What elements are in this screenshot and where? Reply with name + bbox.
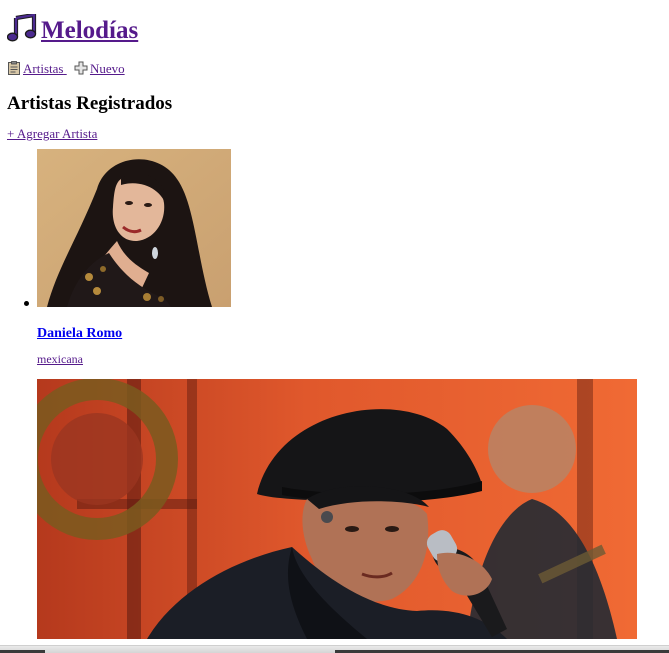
artist-list: Daniela Romo mexicana <box>7 149 667 639</box>
nav-nuevo-link[interactable]: Nuevo <box>74 61 125 76</box>
nav-artistas-link[interactable]: Artistas <box>7 61 67 76</box>
list-bullet <box>24 301 29 306</box>
list-item: Daniela Romo mexicana <box>24 149 667 367</box>
nav-nuevo-label: Nuevo <box>89 61 125 76</box>
page-title: Artistas Registrados <box>7 93 173 114</box>
add-artist-link[interactable]: + Agregar Artista <box>7 126 97 141</box>
artist-photo-image <box>37 149 231 307</box>
list-item <box>37 379 667 639</box>
artist-name: Daniela Romo <box>37 325 667 343</box>
nav-artistas-label: Artistas <box>23 61 64 76</box>
music-note-icon <box>7 14 37 42</box>
artist-photo <box>37 379 637 639</box>
artist-nationality: mexicana <box>37 352 667 367</box>
artist-nationality-link[interactable]: mexicana <box>37 352 83 366</box>
nav-bar: Artistas Nuevo <box>7 61 667 77</box>
add-artist-row: + Agregar Artista <box>7 126 667 142</box>
site-title: Melodías <box>7 14 667 48</box>
plus-icon <box>74 61 88 75</box>
site-title-text: Melodías <box>41 17 139 44</box>
page-content: Melodías Artistas Nuevo Artistas Registr… <box>7 0 667 639</box>
page: Melodías Artistas Nuevo Artistas Registr… <box>0 0 669 653</box>
artist-photo <box>37 149 231 307</box>
site-title-link[interactable]: Melodías <box>7 14 139 44</box>
artist-photo-image <box>37 379 637 639</box>
horizontal-scrollbar[interactable] <box>0 645 669 653</box>
clipboard-icon <box>8 61 20 75</box>
artist-name-link[interactable]: Daniela Romo <box>37 326 122 341</box>
